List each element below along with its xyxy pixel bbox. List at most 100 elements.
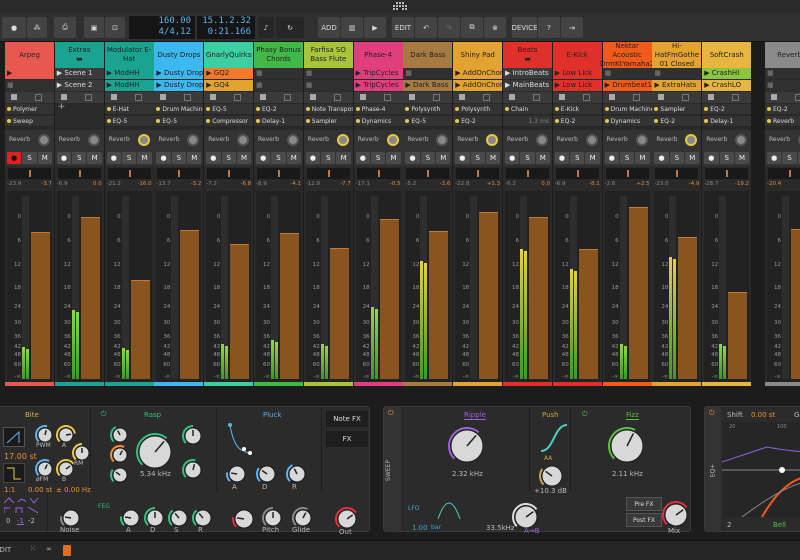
- wave-selector[interactable]: 0 -1 -2: [0, 493, 48, 531]
- note-fx-button[interactable]: Note FX: [326, 411, 368, 427]
- expand-icon[interactable]: [333, 94, 341, 101]
- copy-button[interactable]: ⧉: [461, 17, 483, 38]
- expand-icon[interactable]: [284, 94, 291, 101]
- send-knob-area[interactable]: Reverb: [503, 130, 552, 150]
- device-icon[interactable]: [11, 94, 17, 100]
- pan-slider[interactable]: [257, 168, 300, 179]
- band-number[interactable]: 2: [727, 521, 731, 529]
- clip-slot[interactable]: ▶ Low Lick: [552, 68, 602, 79]
- volume-value[interactable]: -0.5: [390, 181, 401, 190]
- mute-button[interactable]: M: [286, 152, 301, 164]
- expand-icon[interactable]: [483, 94, 491, 101]
- track-name[interactable]: Extras: [68, 46, 90, 55]
- wave-tag[interactable]: -1: [17, 517, 24, 525]
- volume-fader[interactable]: [791, 229, 800, 379]
- lfo-rate[interactable]: 1.00: [412, 524, 428, 532]
- send-knob-area[interactable]: Reverb: [765, 130, 800, 150]
- device-slot[interactable]: EQ-5: [204, 104, 254, 115]
- device-slot[interactable]: Delay-1: [702, 116, 752, 127]
- track-header[interactable]: SoftCrash: [702, 42, 752, 68]
- mute-button[interactable]: M: [336, 152, 351, 164]
- clip-slot[interactable]: ▶ IntroBeats: [503, 68, 552, 79]
- stop-slot-icon[interactable]: ■: [306, 69, 313, 77]
- play-clip-icon[interactable]: ▶: [455, 69, 463, 77]
- track-header[interactable]: Hi-HatFmGothe 01 Closed: [652, 42, 702, 68]
- device-slot[interactable]: Reverb: [765, 116, 800, 127]
- device-slot[interactable]: Polymer: [5, 104, 54, 115]
- clip-slot[interactable]: ▶ Dark Bass: [403, 80, 453, 91]
- track-name[interactable]: Dusty Drops: [157, 51, 200, 60]
- device-slot[interactable]: EQ-5: [154, 116, 204, 127]
- mute-button[interactable]: M: [585, 152, 600, 164]
- pan-slider[interactable]: [8, 168, 51, 179]
- device-slot[interactable]: Drum Machine: [602, 104, 652, 115]
- overdub-button[interactable]: ⎙: [54, 17, 76, 38]
- track-name[interactable]: Phase-4: [364, 51, 392, 60]
- send-knob[interactable]: [187, 134, 200, 146]
- envelope-title[interactable]: Pluck: [263, 411, 282, 419]
- add-device-slot[interactable]: 1.3 ms: [503, 116, 552, 127]
- record-arm-button[interactable]: ●: [156, 152, 171, 164]
- device-icon[interactable]: [309, 94, 316, 100]
- time-signature-value[interactable]: 4/4,12: [129, 27, 191, 38]
- expand-icon[interactable]: [433, 94, 441, 101]
- push-title[interactable]: Push: [542, 411, 559, 419]
- folder-icon[interactable]: ▬: [76, 55, 83, 64]
- send-knob[interactable]: [585, 134, 598, 146]
- record-button[interactable]: ●: [2, 17, 26, 38]
- solo-button[interactable]: S: [171, 152, 187, 164]
- device-icon[interactable]: [60, 94, 67, 100]
- clip-slot[interactable]: ▶ ModHH: [104, 68, 154, 79]
- track-header[interactable]: Phasy Bonus Chords: [254, 42, 303, 68]
- track-name[interactable]: Beats: [518, 46, 538, 55]
- solo-button[interactable]: S: [72, 152, 87, 164]
- track-header[interactable]: Extras ▬: [54, 42, 104, 68]
- undo-button[interactable]: ↶: [415, 17, 437, 38]
- device-icon[interactable]: [459, 94, 466, 100]
- groove-button[interactable]: ⊡: [105, 17, 125, 38]
- send-knob[interactable]: [735, 134, 748, 146]
- device-slot[interactable]: EQ-2: [552, 116, 602, 127]
- ripple-freq[interactable]: 2.32 kHz: [452, 470, 483, 478]
- lfo-unit[interactable]: bar: [431, 524, 441, 531]
- loop-button[interactable]: ↻: [276, 17, 304, 38]
- pan-slider[interactable]: [107, 168, 151, 179]
- feg-s-knob[interactable]: [168, 507, 190, 533]
- mute-button[interactable]: M: [685, 152, 700, 164]
- record-arm-button[interactable]: ●: [56, 152, 72, 164]
- expand-icon[interactable]: [134, 94, 142, 101]
- device-slot[interactable]: Drum Machine: [154, 104, 204, 115]
- send-knob-area[interactable]: Reverb: [552, 130, 602, 150]
- clip-slot[interactable]: ■: [303, 80, 353, 91]
- record-arm-button[interactable]: ●: [654, 152, 669, 164]
- ripple-knob[interactable]: [448, 427, 486, 469]
- fizz-knob[interactable]: [608, 427, 646, 469]
- stop-slot-icon[interactable]: ■: [767, 69, 774, 77]
- mute-button[interactable]: M: [436, 152, 451, 164]
- pre-fx-button[interactable]: Pre FX: [626, 497, 662, 511]
- solo-button[interactable]: S: [669, 152, 685, 164]
- solo-button[interactable]: S: [782, 152, 797, 164]
- volume-value[interactable]: -7.7: [340, 181, 351, 190]
- track-header[interactable]: Nektar Acoustic DrmKtYamaha2: [600, 42, 654, 69]
- send-knob[interactable]: [336, 134, 349, 146]
- clip-slot[interactable]: ▶ CrashHI: [702, 68, 752, 79]
- stop-slot-icon[interactable]: ■: [767, 81, 774, 89]
- track-name[interactable]: Nektar Acoustic DrmKtYamaha2: [600, 42, 654, 69]
- device-icon[interactable]: [409, 94, 416, 100]
- record-arm-button[interactable]: ●: [7, 152, 22, 164]
- device-slot[interactable]: E-Kick: [552, 104, 602, 115]
- panel-toggle-icon[interactable]: [63, 545, 71, 556]
- send-knob-area[interactable]: Reverb: [254, 130, 303, 150]
- track-name[interactable]: SoftCrash: [710, 51, 744, 60]
- metronome-toggle[interactable]: ♪: [258, 17, 274, 38]
- record-arm-button[interactable]: ●: [305, 152, 321, 164]
- device-slot[interactable]: E-Hat: [104, 104, 154, 115]
- play-clip-icon[interactable]: ▶: [206, 81, 214, 89]
- record-arm-button[interactable]: ●: [206, 152, 221, 164]
- clip-slot[interactable]: ▶: [5, 68, 54, 79]
- feg-r-knob[interactable]: [192, 507, 214, 533]
- send-knob-area[interactable]: Reverb: [652, 130, 702, 150]
- solo-button[interactable]: S: [121, 152, 137, 164]
- send-knob[interactable]: [436, 134, 449, 146]
